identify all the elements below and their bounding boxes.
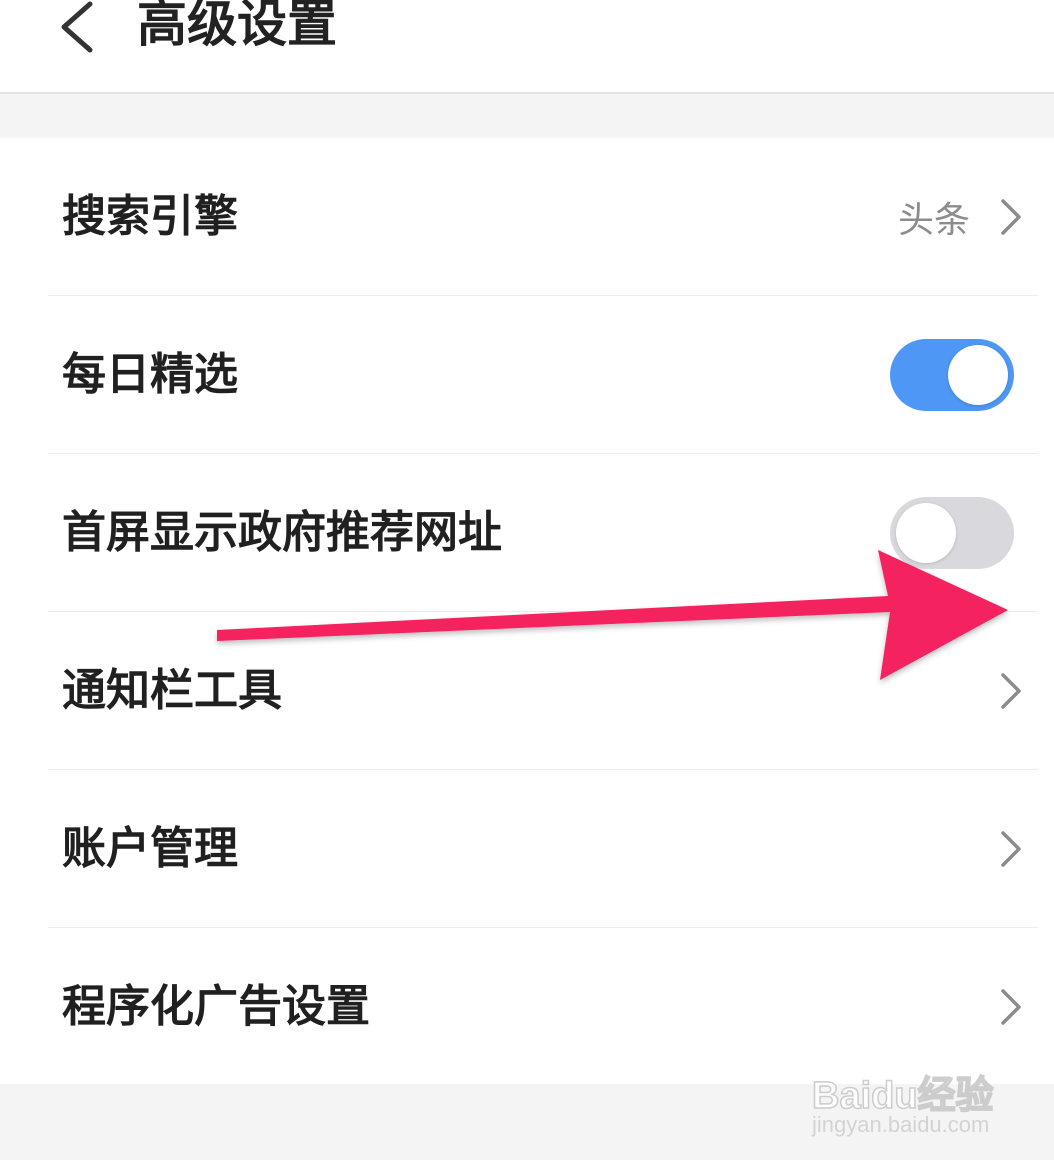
setting-row-notification-tools[interactable]: 通知栏工具 [0,612,1054,770]
setting-label: 通知栏工具 [62,665,282,716]
setting-row-daily-picks: 每日精选 [0,296,1054,454]
gov-sites-toggle[interactable] [890,497,1014,569]
setting-label: 首屏显示政府推荐网址 [62,507,502,558]
setting-row-search-engine[interactable]: 搜索引擎 头条 [0,138,1054,296]
setting-row-account-management[interactable]: 账户管理 [0,770,1054,928]
back-button[interactable] [50,0,110,60]
toggle-knob [896,503,956,563]
setting-label: 每日精选 [62,349,238,400]
watermark-url: jingyan.baidu.com [812,1112,990,1137]
baidu-jingyan-watermark: Baidu经验 jingyan.baidu.com [808,1050,1008,1150]
chevron-right-icon [1001,673,1021,709]
section-gap [0,94,1054,138]
setting-label: 搜索引擎 [62,191,238,242]
watermark-brand: Baidu经验 [811,1074,994,1118]
chevron-right-icon [1001,831,1021,867]
chevron-left-icon [61,1,93,53]
top-bar: 高级设置 [0,0,1054,94]
daily-picks-toggle[interactable] [890,339,1014,411]
page-title: 高级设置 [137,0,337,53]
setting-label: 程序化广告设置 [62,981,370,1032]
setting-row-gov-sites: 首屏显示政府推荐网址 [0,454,1054,612]
toggle-knob [948,345,1008,405]
settings-list: 搜索引擎 头条 每日精选 首屏显示政府推荐网址 通知栏工具 账户管理 程序化广告… [0,138,1054,1084]
setting-label: 账户管理 [62,823,238,874]
chevron-right-icon [1001,199,1021,235]
chevron-right-icon [1001,989,1021,1025]
setting-value: 头条 [897,200,970,241]
